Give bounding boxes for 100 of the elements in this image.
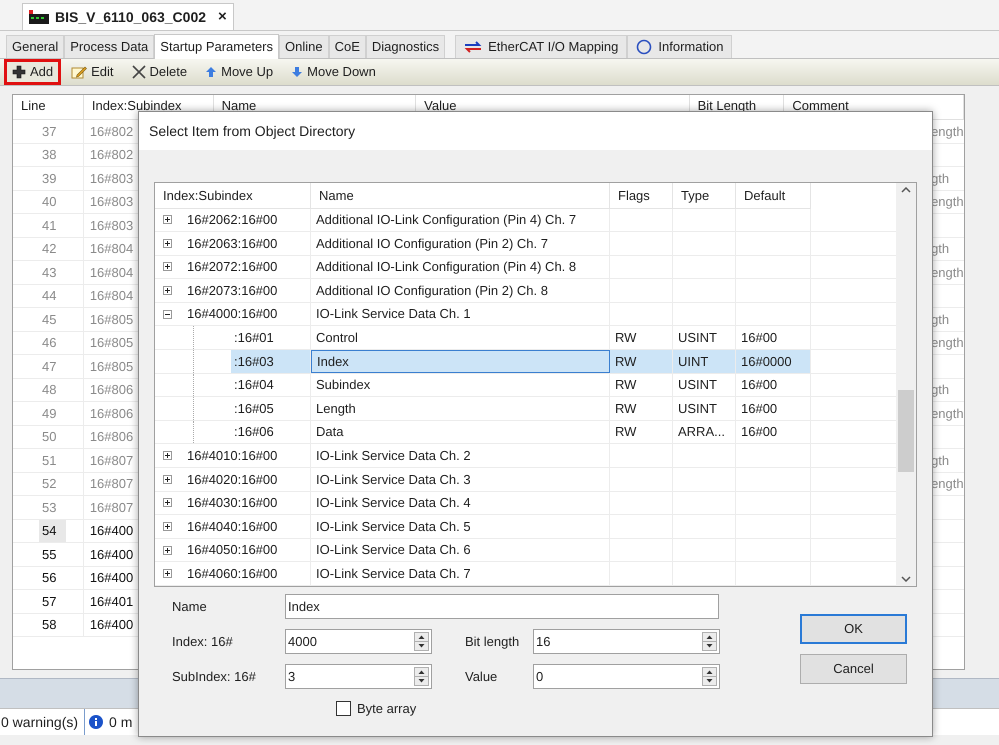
line-number: 46 xyxy=(41,334,58,352)
table-cell-text: 16#807 xyxy=(90,498,134,516)
tree-item[interactable]: :16#01 xyxy=(231,326,280,350)
tree-item[interactable]: 16#2062:16#00 xyxy=(184,208,284,232)
value-label: Value xyxy=(465,668,498,686)
line-number: 53 xyxy=(41,498,58,516)
expand-icon[interactable] xyxy=(163,215,172,224)
tree-item[interactable]: 16#2072:16#00 xyxy=(184,256,284,278)
column-header[interactable]: Type xyxy=(673,183,736,208)
toolbar-button[interactable]: Move Up xyxy=(197,59,282,85)
scroll-up-icon[interactable] xyxy=(901,187,911,193)
line-number: 50 xyxy=(41,428,58,446)
expand-icon[interactable] xyxy=(163,238,172,248)
table-cell: ARRA... xyxy=(673,420,736,444)
scroll-down-icon[interactable] xyxy=(901,576,911,582)
scrollbar[interactable] xyxy=(896,183,916,586)
ring-icon xyxy=(636,39,652,55)
tree-item[interactable]: 16#4030:16#00 xyxy=(184,492,284,514)
spin-field[interactable]: 16 xyxy=(533,629,720,654)
expand-icon[interactable] xyxy=(163,474,172,484)
tree-item[interactable]: :16#03 xyxy=(231,350,310,373)
messages-count[interactable]: 0 m xyxy=(109,712,132,732)
tree-item[interactable]: 16#4060:16#00 xyxy=(184,562,284,585)
collapse-icon[interactable] xyxy=(163,310,172,319)
expand-icon[interactable] xyxy=(163,522,172,532)
toolbar-button[interactable]: Add xyxy=(4,59,62,85)
expand-icon[interactable] xyxy=(163,451,172,460)
toolbar-button[interactable]: Delete xyxy=(124,59,196,85)
tab[interactable]: General xyxy=(6,35,64,58)
spin-field[interactable]: 4000 xyxy=(285,629,432,654)
tab[interactable]: Online xyxy=(279,35,329,58)
table-cell-text: 16#807 xyxy=(90,475,134,493)
tree-item[interactable]: 16#4010:16#00 xyxy=(184,444,284,468)
spinner-icon[interactable] xyxy=(702,667,717,686)
line-number: 40 xyxy=(41,193,58,211)
scroll-thumb[interactable] xyxy=(898,390,914,472)
line-number: 47 xyxy=(41,358,58,376)
tab[interactable]: Information xyxy=(627,35,732,58)
table-cell: IO-Link Service Data Ch. 3 xyxy=(311,468,610,491)
tree-item[interactable]: :16#06 xyxy=(231,420,280,444)
expand-icon[interactable] xyxy=(163,262,172,272)
table-cell-text: 16#802 xyxy=(90,146,134,164)
subindex-label: SubIndex: 16# xyxy=(172,668,257,686)
tree-item[interactable]: 16#4020:16#00 xyxy=(184,468,284,491)
name-field[interactable]: Index xyxy=(285,594,719,619)
table-cell-text: 16#803 xyxy=(90,216,134,234)
table-cell: 16#00 xyxy=(736,374,811,396)
expand-icon[interactable] xyxy=(163,546,172,555)
column-header[interactable]: Index:Subindex xyxy=(155,183,311,208)
table-cell-text: 16#806 xyxy=(90,428,134,446)
line-number: 38 xyxy=(41,146,58,164)
tab[interactable]: EtherCAT I/O Mapping xyxy=(455,35,628,58)
dialog-button[interactable]: OK xyxy=(800,614,907,644)
table-cell: Data xyxy=(311,420,610,444)
bit-length-label: Bit length xyxy=(465,632,520,651)
table-cell: IO-Link Service Data Ch. 5 xyxy=(311,515,610,538)
spin-field[interactable]: 3 xyxy=(285,664,432,689)
tab[interactable]: Startup Parameters xyxy=(154,34,280,59)
table-cell-text: 16#400 xyxy=(90,546,134,564)
line-number: 55 xyxy=(41,546,58,564)
line-number: 54 xyxy=(39,520,66,542)
column-header[interactable]: Flags xyxy=(610,183,673,208)
tree-item[interactable]: :16#05 xyxy=(231,397,280,420)
tree-item[interactable]: 16#4050:16#00 xyxy=(184,538,284,562)
tree-item[interactable]: 16#4040:16#00 xyxy=(184,515,284,538)
tree-item[interactable]: 16#4000:16#00 xyxy=(184,302,284,326)
table-cell: RW xyxy=(610,397,673,420)
close-icon[interactable]: × xyxy=(218,6,227,28)
tree-item[interactable]: 16#2063:16#00 xyxy=(184,232,284,255)
column-header[interactable]: Default xyxy=(736,183,811,208)
byte-array-checkbox[interactable] xyxy=(336,701,351,716)
toolbar-button[interactable]: Move Down xyxy=(283,59,384,85)
document-tab[interactable]: BIS_V_6110_063_C002 × xyxy=(22,3,234,30)
column-header[interactable]: Line xyxy=(13,95,84,119)
line-number: 48 xyxy=(41,381,58,399)
line-number: 51 xyxy=(41,452,58,470)
tab[interactable]: Process Data xyxy=(64,35,154,58)
table-cell: 16#00 xyxy=(736,397,811,420)
tree-item[interactable]: :16#04 xyxy=(231,374,280,396)
expand-icon[interactable] xyxy=(163,498,172,508)
expand-icon[interactable] xyxy=(163,569,172,578)
tab[interactable]: Diagnostics xyxy=(366,35,446,58)
tree-item[interactable]: 16#2073:16#00 xyxy=(184,279,284,302)
spinner-icon[interactable] xyxy=(414,667,429,686)
dialog-button[interactable]: Cancel xyxy=(800,654,907,684)
toolbar-button[interactable]: Edit xyxy=(63,59,122,85)
table-cell: RW xyxy=(610,326,673,350)
column-header[interactable]: Name xyxy=(311,183,610,208)
byte-array-label: Byte array xyxy=(357,700,416,718)
spinner-icon[interactable] xyxy=(702,632,717,651)
tab[interactable]: CoE xyxy=(328,35,366,58)
spin-field[interactable]: 0 xyxy=(533,664,720,689)
warnings-count[interactable]: 0 warning(s) xyxy=(0,709,86,735)
table-cell-text: 16#401 xyxy=(90,592,134,610)
line-number: 37 xyxy=(41,122,58,140)
line-number: 58 xyxy=(41,616,58,634)
expand-icon[interactable] xyxy=(163,286,172,296)
spinner-icon[interactable] xyxy=(414,632,429,651)
line-number: 45 xyxy=(41,310,58,328)
table-cell: USINT xyxy=(673,374,736,396)
